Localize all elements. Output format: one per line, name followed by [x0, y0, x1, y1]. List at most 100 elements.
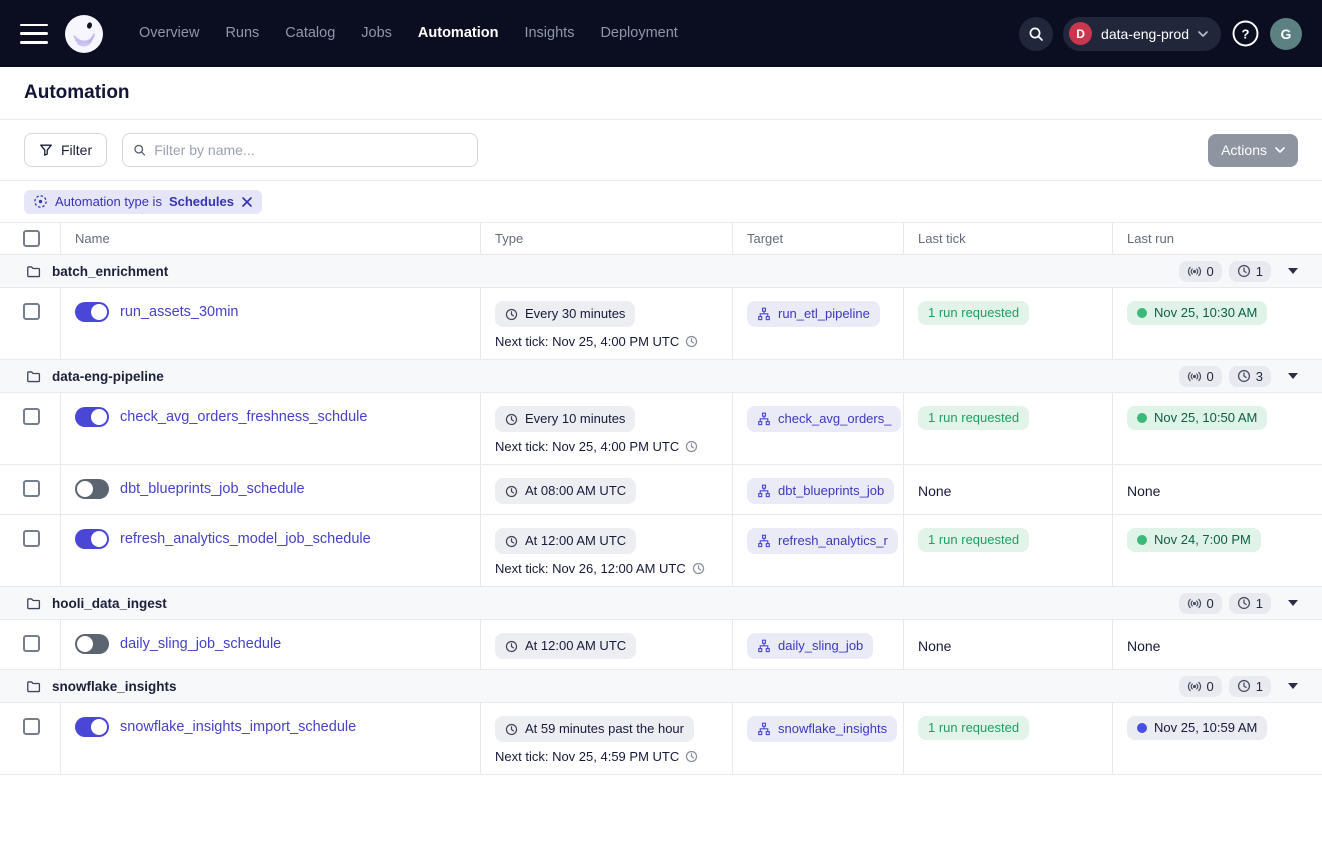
schedule-toggle[interactable] [75, 479, 109, 499]
clock-icon [1237, 679, 1251, 693]
last-run-pill[interactable]: Nov 24, 7:00 PM [1127, 528, 1261, 552]
schedule-count-badge[interactable]: 1 [1229, 261, 1271, 282]
group-name: snowflake_insights [26, 679, 177, 694]
search-button[interactable] [1019, 17, 1053, 51]
help-button[interactable]: ? [1231, 19, 1260, 48]
nav-item-overview[interactable]: Overview [126, 0, 212, 67]
next-tick-text: Next tick: Nov 25, 4:00 PM UTC [495, 439, 718, 454]
schedule-toggle[interactable] [75, 529, 109, 549]
filter-chip-automation-type[interactable]: Automation type is Schedules [24, 190, 262, 214]
next-tick-text: Next tick: Nov 25, 4:59 PM UTC [495, 749, 718, 764]
table-row-daily_sling_job_schedule: daily_sling_job_scheduleAt 12:00 AM UTCd… [0, 620, 1322, 670]
last-tick-pill[interactable]: 1 run requested [918, 406, 1029, 430]
filter-chip-label: Automation type is [55, 194, 162, 209]
nav-item-automation[interactable]: Automation [405, 0, 512, 67]
actions-button[interactable]: Actions [1208, 134, 1298, 167]
last-tick-cell: None [903, 465, 1112, 514]
schedule-name-link[interactable]: run_assets_30min [120, 302, 239, 322]
last-run-pill[interactable]: Nov 25, 10:30 AM [1127, 301, 1267, 325]
nav-item-insights[interactable]: Insights [511, 0, 587, 67]
checkbox-cell [0, 393, 60, 464]
automation-table-body: batch_enrichment01run_assets_30minEvery … [0, 255, 1322, 775]
menu-button[interactable] [20, 24, 48, 44]
clock-icon [1237, 369, 1251, 383]
next-tick-text: Next tick: Nov 25, 4:00 PM UTC [495, 334, 718, 349]
group-collapse-caret-icon[interactable] [1288, 268, 1298, 274]
sensor-count-badge[interactable]: 0 [1179, 676, 1222, 697]
schedule-name-link[interactable]: refresh_analytics_model_job_schedule [120, 529, 371, 549]
last-tick-cell: 1 run requested [903, 515, 1112, 586]
filter-button[interactable]: Filter [24, 133, 107, 167]
group-collapse-caret-icon[interactable] [1288, 373, 1298, 379]
group-name-label: data-eng-pipeline [52, 369, 164, 384]
last-run-pill[interactable]: Nov 25, 10:50 AM [1127, 406, 1267, 430]
chevron-down-icon [1275, 147, 1285, 153]
target-pill[interactable]: daily_sling_job [747, 633, 873, 659]
group-collapse-caret-icon[interactable] [1288, 683, 1298, 689]
target-pill[interactable]: run_etl_pipeline [747, 301, 880, 327]
row-checkbox[interactable] [23, 718, 40, 735]
schedule-name-link[interactable]: dbt_blueprints_job_schedule [120, 479, 305, 499]
target-pill[interactable]: refresh_analytics_r [747, 528, 898, 554]
schedule-name-link[interactable]: daily_sling_job_schedule [120, 634, 281, 654]
svg-text:?: ? [1242, 26, 1250, 41]
workspace-switcher[interactable]: D data-eng-prod [1063, 17, 1221, 51]
group-name-label: batch_enrichment [52, 264, 168, 279]
nav-item-deployment[interactable]: Deployment [587, 0, 690, 67]
schedule-count-badge[interactable]: 3 [1229, 366, 1271, 387]
sensor-count-badge[interactable]: 0 [1179, 593, 1222, 614]
name-filter-input[interactable] [154, 142, 467, 158]
search-icon [133, 143, 146, 157]
row-checkbox[interactable] [23, 530, 40, 547]
schedule-toggle[interactable] [75, 302, 109, 322]
dagster-logo-icon[interactable] [64, 14, 104, 54]
row-checkbox[interactable] [23, 408, 40, 425]
sensor-icon [1187, 679, 1202, 694]
sensor-count-badge[interactable]: 0 [1179, 366, 1222, 387]
target-pill[interactable]: check_avg_orders_ [747, 406, 901, 432]
last-tick-pill[interactable]: 1 run requested [918, 716, 1029, 740]
name-cell: run_assets_30min [60, 288, 480, 359]
nav-item-runs[interactable]: Runs [212, 0, 272, 67]
close-icon[interactable] [241, 196, 253, 208]
sensor-count-badge[interactable]: 0 [1179, 261, 1222, 282]
schedule-name-link[interactable]: snowflake_insights_import_schedule [120, 717, 356, 737]
schedule-toggle[interactable] [75, 634, 109, 654]
group-badges: 01 [1179, 676, 1298, 697]
chevron-down-icon [1198, 31, 1208, 37]
run-status-dot [1137, 413, 1147, 423]
sensor-icon [1187, 264, 1202, 279]
target-cell: daily_sling_job [732, 620, 903, 669]
last-tick-pill[interactable]: 1 run requested [918, 528, 1029, 552]
column-header-name: Name [60, 223, 480, 254]
row-checkbox[interactable] [23, 303, 40, 320]
group-name: data-eng-pipeline [26, 369, 164, 384]
row-checkbox[interactable] [23, 635, 40, 652]
schedule-count-badge[interactable]: 1 [1229, 593, 1271, 614]
target-pill[interactable]: dbt_blueprints_job [747, 478, 894, 504]
job-graph-icon [757, 534, 771, 548]
nav-item-jobs[interactable]: Jobs [348, 0, 405, 67]
clock-icon [685, 335, 698, 348]
clock-icon [685, 440, 698, 453]
group-collapse-caret-icon[interactable] [1288, 600, 1298, 606]
schedule-count-badge[interactable]: 1 [1229, 676, 1271, 697]
clock-icon [505, 485, 518, 498]
schedule-toggle[interactable] [75, 717, 109, 737]
last-tick-pill[interactable]: 1 run requested [918, 301, 1029, 325]
checkbox-cell [0, 288, 60, 359]
next-tick-text: Next tick: Nov 26, 12:00 AM UTC [495, 561, 718, 576]
schedule-type-pill: Every 10 minutes [495, 406, 635, 432]
row-checkbox[interactable] [23, 480, 40, 497]
nav-item-catalog[interactable]: Catalog [272, 0, 348, 67]
target-pill[interactable]: snowflake_insights [747, 716, 897, 742]
schedule-type-pill: At 59 minutes past the hour [495, 716, 694, 742]
schedule-toggle[interactable] [75, 407, 109, 427]
last-run-pill[interactable]: Nov 25, 10:59 AM [1127, 716, 1267, 740]
last-run-none: None [1127, 638, 1160, 654]
user-avatar[interactable]: G [1270, 18, 1302, 50]
schedule-name-link[interactable]: check_avg_orders_freshness_schdule [120, 407, 367, 427]
select-all-checkbox[interactable] [23, 230, 40, 247]
type-cell: At 12:00 AM UTCNext tick: Nov 26, 12:00 … [480, 515, 732, 586]
last-run-cell: Nov 25, 10:50 AM [1112, 393, 1322, 464]
